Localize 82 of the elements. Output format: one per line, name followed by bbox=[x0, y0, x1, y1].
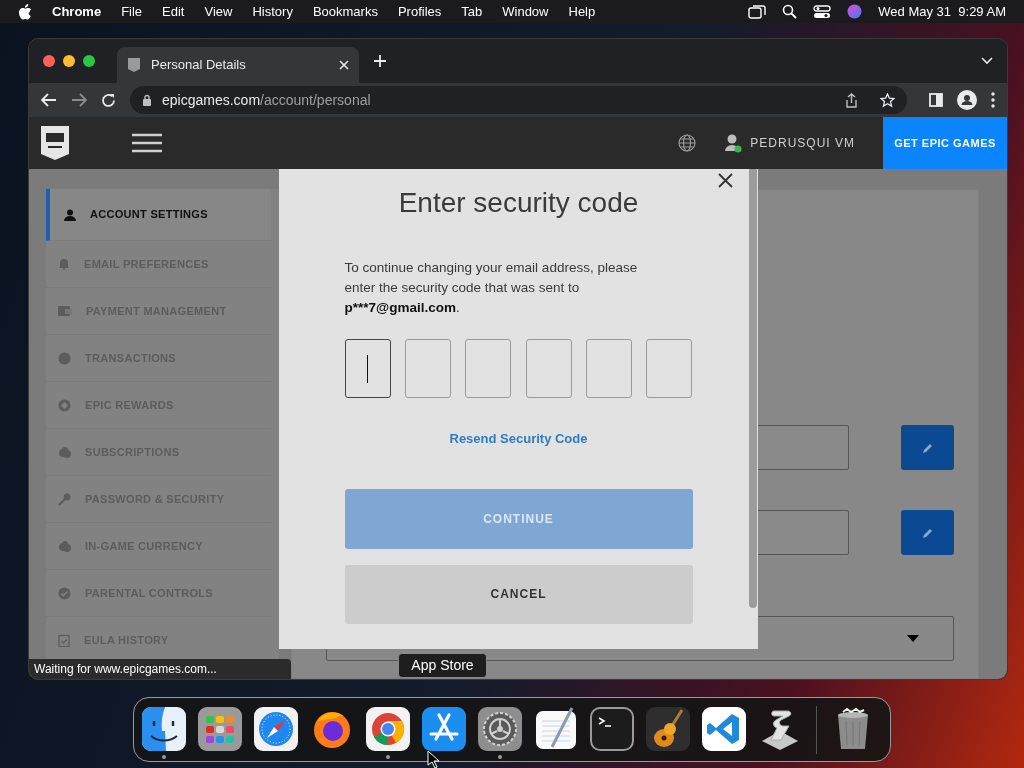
diamond-badge-icon bbox=[58, 398, 71, 412]
url-text: epicgames.com/account/personal bbox=[162, 90, 372, 110]
globe-icon[interactable] bbox=[678, 134, 697, 152]
get-epic-games-button[interactable]: GET EPIC GAMES bbox=[883, 117, 1007, 169]
app-grid-icon[interactable] bbox=[198, 706, 242, 751]
forward-arrow-icon[interactable] bbox=[71, 93, 87, 107]
menu-item[interactable]: View bbox=[204, 1, 233, 22]
person-icon bbox=[64, 208, 76, 221]
notepad-icon[interactable] bbox=[534, 706, 578, 751]
zoom-window-button[interactable] bbox=[83, 55, 95, 67]
menu-item[interactable]: Bookmarks bbox=[312, 1, 378, 22]
circle-icon bbox=[58, 351, 71, 365]
close-button[interactable] bbox=[716, 171, 734, 189]
bell-icon bbox=[58, 258, 70, 270]
minimize-window-button[interactable] bbox=[63, 55, 75, 67]
key-icon bbox=[58, 492, 71, 506]
smiling-face-icon[interactable] bbox=[142, 706, 186, 751]
tooltip: App Store bbox=[398, 653, 487, 678]
pencil-icon bbox=[921, 441, 934, 454]
orb-icon[interactable] bbox=[847, 4, 863, 19]
caret-down-icon bbox=[907, 635, 919, 642]
scrollbar-thumb[interactable] bbox=[749, 169, 757, 608]
favicon-icon bbox=[127, 57, 141, 73]
compass-icon[interactable] bbox=[254, 706, 298, 751]
pencil-icon bbox=[921, 526, 934, 539]
ribbon-logo-icon[interactable] bbox=[702, 706, 746, 751]
cancel-button[interactable]: CANCEL bbox=[344, 564, 693, 624]
search-icon[interactable] bbox=[782, 4, 798, 19]
username-link[interactable]: PEDRUSQUI VM bbox=[750, 134, 855, 152]
sidebar-item[interactable]: ACCOUNT SETTINGS bbox=[46, 189, 271, 241]
pointer-cursor-icon bbox=[427, 750, 439, 768]
star-icon[interactable] bbox=[880, 92, 895, 108]
menu-item[interactable]: History bbox=[252, 1, 293, 22]
menu-item[interactable]: Profiles bbox=[397, 1, 442, 22]
close-icon[interactable] bbox=[339, 60, 349, 70]
close-window-button[interactable] bbox=[43, 55, 55, 67]
browser-tab[interactable]: Personal Details bbox=[117, 47, 359, 83]
windows-icon[interactable] bbox=[748, 4, 767, 19]
reload-icon[interactable] bbox=[101, 92, 116, 108]
address-bar[interactable]: epicgames.com/account/personal bbox=[130, 86, 907, 114]
new-tab-icon[interactable] bbox=[373, 54, 387, 68]
app-menu[interactable]: Chrome bbox=[52, 1, 102, 22]
tab-title: Personal Details bbox=[151, 56, 247, 75]
terminal-icon[interactable] bbox=[590, 706, 634, 751]
app-store-icon[interactable] bbox=[422, 706, 466, 751]
code-digit-field[interactable] bbox=[404, 339, 451, 398]
clipboard-check-icon bbox=[58, 633, 70, 647]
continue-button: CONTINUE bbox=[344, 488, 693, 549]
code-digit-field[interactable] bbox=[586, 339, 633, 398]
dialog-title: Enter security code bbox=[398, 186, 639, 220]
lock-icon[interactable] bbox=[142, 94, 152, 106]
ring-logo-icon[interactable] bbox=[366, 706, 410, 751]
dialog-message: To continue changing your email address, please enter the security code that was sent to p***7@gmail.com. bbox=[344, 259, 639, 317]
code-digit-field[interactable] bbox=[646, 339, 693, 398]
clock: Wed May 31 9:29 AM bbox=[878, 2, 1006, 21]
coins-icon bbox=[58, 539, 71, 553]
shield-logo-icon[interactable] bbox=[39, 125, 71, 161]
user-online-icon[interactable] bbox=[724, 133, 743, 153]
menu-item[interactable]: Tab bbox=[461, 1, 483, 22]
menu-item[interactable]: Help bbox=[568, 1, 596, 22]
code-digit-field[interactable] bbox=[344, 339, 391, 398]
check-badge-icon bbox=[58, 586, 71, 600]
close-icon bbox=[717, 172, 733, 188]
code-digit-field[interactable] bbox=[465, 339, 512, 398]
side-panel-icon[interactable] bbox=[929, 93, 943, 107]
apple-logo-icon[interactable] bbox=[18, 3, 32, 20]
gear-icon[interactable] bbox=[478, 706, 522, 751]
loading-status-tooltip: Waiting for www.epicgames.com... bbox=[29, 659, 291, 679]
coins-icon bbox=[58, 445, 71, 459]
guitar-icon[interactable] bbox=[646, 706, 690, 751]
chevron-down-icon[interactable] bbox=[981, 57, 993, 65]
menu-icon[interactable] bbox=[132, 133, 162, 153]
share-icon[interactable] bbox=[845, 92, 858, 108]
back-arrow-icon[interactable] bbox=[41, 93, 57, 107]
profile-icon[interactable] bbox=[957, 90, 977, 110]
menu-item[interactable]: Edit bbox=[162, 1, 185, 22]
menu-item[interactable]: File bbox=[121, 1, 143, 22]
more-menu-icon[interactable] bbox=[991, 92, 995, 108]
code-digit-field[interactable] bbox=[525, 339, 572, 398]
toggles-icon[interactable] bbox=[813, 4, 832, 19]
menu-item[interactable]: Window bbox=[502, 1, 549, 22]
wallet-icon bbox=[58, 305, 72, 317]
